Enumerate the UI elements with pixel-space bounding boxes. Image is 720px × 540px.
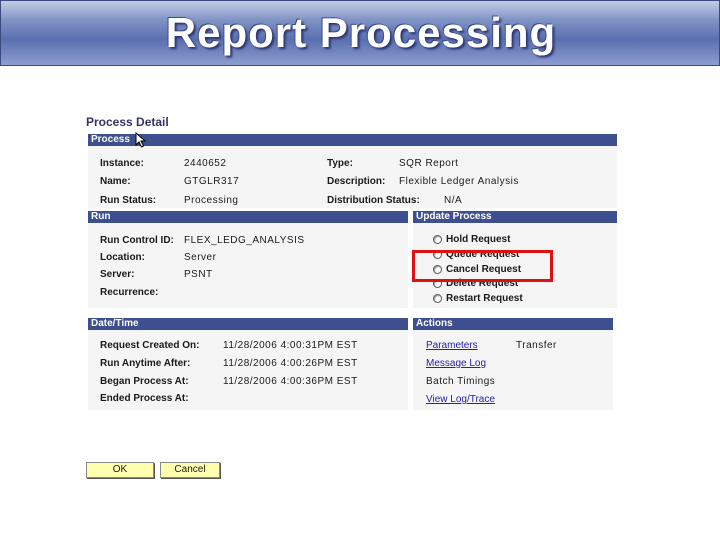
cancel-button[interactable]: Cancel [160,462,220,478]
restart-request-radio[interactable]: Restart Request [433,292,523,304]
run-control-id-label: Run Control ID: [100,235,174,246]
instance-label: Instance: [100,158,144,169]
transfer-text: Transfer [516,340,557,351]
ok-button[interactable]: OK [86,462,154,478]
request-created-value: 11/28/2006 4:00:31PM EST [223,340,358,351]
type-value: SQR Report [399,158,459,169]
began-process-label: Began Process At: [100,376,189,387]
update-process-header: Update Process [413,211,617,223]
run-group-header: Run [88,211,408,223]
cancel-request-highlight-box [412,250,553,282]
recurrence-label: Recurrence: [100,287,159,298]
view-log-trace-link[interactable]: View Log/Trace [426,394,495,405]
run-status-label: Run Status: [100,195,157,206]
actions-header: Actions [413,318,613,330]
request-created-label: Request Created On: [100,340,200,351]
process-group-header: Process [88,134,617,146]
run-status-value: Processing [184,195,239,206]
restart-request-label: Restart Request [446,292,523,304]
location-label: Location: [100,252,145,263]
location-value: Server [184,252,217,263]
description-value: Flexible Ledger Analysis [399,176,519,187]
description-label: Description: [327,176,386,187]
parameters-link[interactable]: Parameters [426,340,478,351]
date-time-header: Date/Time [88,318,408,330]
name-value: GTGLR317 [184,176,240,187]
batch-timings-text: Batch Timings [426,376,496,387]
run-anytime-value: 11/28/2006 4:00:26PM EST [223,358,358,369]
hold-request-radio[interactable]: Hold Request [433,233,510,245]
mouse-pointer-icon [135,132,147,148]
radio-button-icon[interactable] [433,293,442,303]
began-process-value: 11/28/2006 4:00:36PM EST [223,376,358,387]
run-control-id-value: FLEX_LEDG_ANALYSIS [184,235,305,246]
type-label: Type: [327,158,353,169]
actions-group: Actions Parameters Transfer Message Log … [413,318,613,410]
process-detail-screen: Process Detail Process Instance: 2440652… [0,0,720,540]
instance-value: 2440652 [184,158,227,169]
server-label: Server: [100,269,135,280]
run-anytime-label: Run Anytime After: [100,358,191,369]
name-label: Name: [100,176,131,187]
distribution-status-label: Distribution Status: [327,195,420,206]
page-title: Process Detail [86,115,169,129]
server-value: PSNT [184,269,213,280]
radio-button-icon[interactable] [433,234,442,244]
run-group: Run Run Control ID: FLEX_LEDG_ANALYSIS L… [88,211,408,308]
distribution-status-value: N/A [444,195,463,206]
ended-process-label: Ended Process At: [100,393,189,404]
date-time-group: Date/Time Request Created On: 11/28/2006… [88,318,408,410]
process-group: Process Instance: 2440652 Type: SQR Repo… [88,134,617,208]
message-log-link[interactable]: Message Log [426,358,486,369]
hold-request-label: Hold Request [446,233,511,245]
